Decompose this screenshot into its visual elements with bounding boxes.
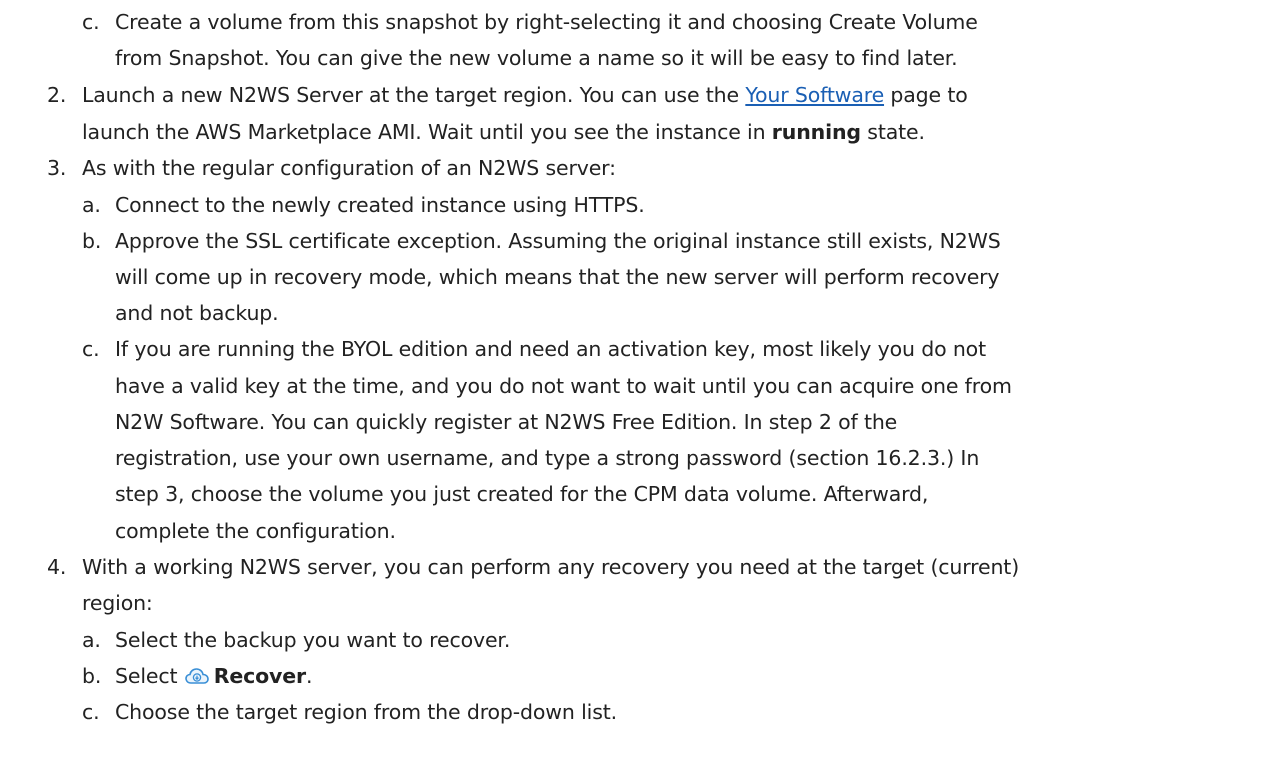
paragraph-line: N2W Software. You can quickly register a… — [115, 410, 898, 434]
list-marker: c. — [82, 700, 100, 724]
paragraph-line: With a working N2WS server, you can perf… — [82, 555, 1020, 579]
cloud-recover-icon — [184, 664, 210, 684]
document-page: c. Create a volume from this snapshot by… — [0, 0, 1268, 781]
list-marker: a. — [82, 193, 101, 217]
running-state-text: running — [771, 120, 861, 144]
list-marker: 2. — [47, 83, 67, 107]
list-marker: 4. — [47, 555, 67, 579]
paragraph-line: registration, use your own username, and… — [115, 446, 980, 470]
paragraph-line: Connect to the newly created instance us… — [115, 193, 645, 217]
paragraph-line: If you are running the BYOL edition and … — [115, 337, 986, 361]
paragraph-line: have a valid key at the time, and you do… — [115, 374, 1012, 398]
paragraph-line: Launch a new N2WS Server at the target r… — [82, 83, 968, 107]
paragraph-line: step 3, choose the volume you just creat… — [115, 482, 929, 506]
paragraph-line: complete the configuration. — [115, 519, 396, 543]
paragraph-line: Select Recover. — [115, 664, 313, 688]
list-marker: c. — [82, 337, 100, 361]
list-marker: b. — [82, 229, 102, 253]
list-marker: b. — [82, 664, 102, 688]
list-marker: a. — [82, 628, 101, 652]
list-marker: c. — [82, 10, 100, 34]
paragraph-line: launch the AWS Marketplace AMI. Wait unt… — [82, 120, 925, 144]
recover-label: Recover — [213, 664, 306, 688]
list-marker: 3. — [47, 156, 67, 180]
paragraph-line: will come up in recovery mode, which mea… — [115, 265, 1000, 289]
paragraph-line: Choose the target region from the drop-d… — [115, 700, 617, 724]
paragraph-line: Select the backup you want to recover. — [115, 628, 511, 652]
paragraph-line: region: — [82, 591, 153, 615]
paragraph-line: As with the regular configuration of an … — [82, 156, 616, 180]
your-software-link[interactable]: Your Software — [745, 83, 884, 107]
paragraph-line: and not backup. — [115, 301, 279, 325]
paragraph-line: from Snapshot. You can give the new volu… — [115, 46, 958, 70]
paragraph-line: Create a volume from this snapshot by ri… — [115, 10, 978, 34]
paragraph-line: Approve the SSL certificate exception. A… — [115, 229, 1001, 253]
